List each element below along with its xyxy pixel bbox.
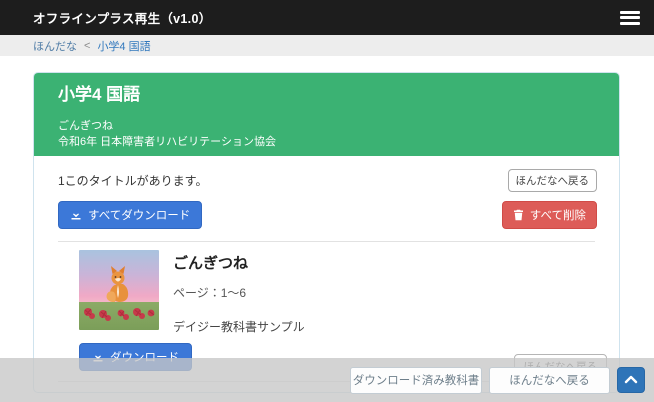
back-to-bookshelf-button-bottom[interactable]: ほんだなへ戻る [489, 367, 610, 394]
breadcrumb-link-bookshelf[interactable]: ほんだな [33, 38, 77, 54]
book-list-item: ごんぎつね ページ：1～6 デイジー教科書サンプル [34, 242, 619, 335]
title-list-panel: 小学4 国語 ごんぎつね 令和6年 日本障害者リハビリテーション協会 1このタイ… [33, 72, 620, 393]
breadcrumb: ほんだな < 小学4 国語 [0, 35, 654, 56]
book-info: ごんぎつね ページ：1～6 デイジー教科書サンプル [173, 250, 305, 335]
book-thumbnail [79, 250, 159, 330]
downloaded-textbooks-button[interactable]: ダウンロード済み教科書 [350, 367, 482, 394]
panel-subtitle-1: ごんぎつね [58, 118, 595, 134]
chevron-up-icon [624, 373, 638, 388]
app-window: オフラインプラス再生（v1.0） ほんだな < 小学4 国語 小学4 国語 ごん… [0, 0, 654, 402]
download-all-button[interactable]: すべてダウンロード [58, 201, 202, 229]
panel-subtitle-2: 令和6年 日本障害者リハビリテーション協会 [58, 134, 595, 150]
panel-title: 小学4 国語 [58, 82, 595, 108]
download-icon [70, 209, 82, 221]
delete-all-label: すべて削除 [530, 207, 586, 223]
scroll-to-top-button[interactable] [617, 367, 645, 393]
breadcrumb-separator: < [84, 40, 90, 52]
app-header: オフラインプラス再生（v1.0） [0, 0, 654, 35]
back-to-bookshelf-button-top[interactable]: ほんだなへ戻る [508, 169, 598, 192]
app-title: オフラインプラス再生（v1.0） [33, 8, 212, 27]
title-count-text: 1このタイトルがあります。 [58, 172, 207, 189]
panel-header: 小学4 国語 ごんぎつね 令和6年 日本障害者リハビリテーション協会 [34, 73, 619, 156]
book-pages: ページ：1～6 [173, 284, 305, 301]
hamburger-menu-icon[interactable] [620, 11, 640, 25]
bottom-navigation-bar: ダウンロード済み教科書 ほんだなへ戻る [0, 358, 654, 402]
trash-icon [513, 209, 524, 221]
download-all-label: すべてダウンロード [88, 207, 190, 223]
panel-toolbar: 1このタイトルがあります。 ほんだなへ戻る すべてダウンロード すべて削除 [34, 156, 619, 229]
book-description: デイジー教科書サンプル [173, 318, 305, 335]
breadcrumb-current-page: 小学4 国語 [97, 38, 150, 54]
delete-all-button[interactable]: すべて削除 [502, 201, 597, 229]
book-title: ごんぎつね [173, 252, 305, 273]
